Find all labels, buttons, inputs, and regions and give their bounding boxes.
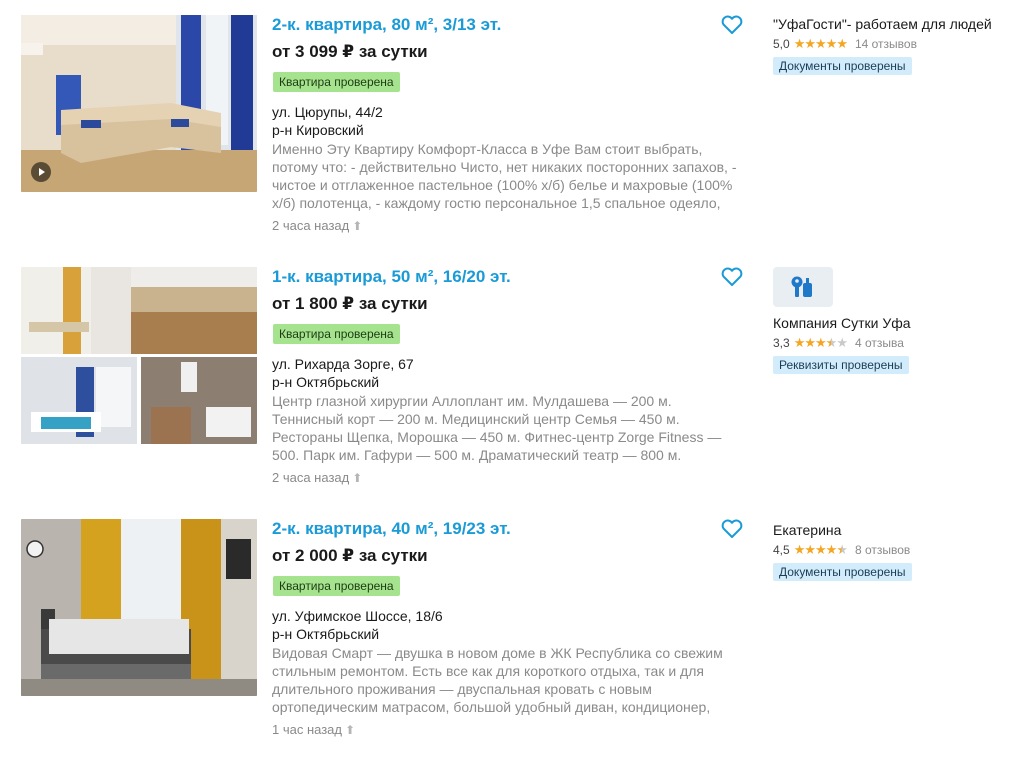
arrow-up-icon: ⬆ [352,471,363,485]
owner-name[interactable]: Екатерина [773,522,1013,538]
listing-price: от 3 099 ₽ за сутки [272,42,428,61]
video-play-icon[interactable] [31,162,51,182]
rating-value: 3,3 [773,336,790,350]
description-line: Рестораны Щепка, Морошка — 450 м. Фитнес… [272,429,722,445]
arrow-up-icon: ⬆ [345,723,356,737]
star-icon: ★ [815,542,827,557]
listing-address: ул. Цюрупы, 44/2 [272,104,383,120]
owner-name[interactable]: Компания Сутки Уфа [773,315,1013,331]
description-line: Видовая Смарт — двушка в новом доме в ЖК… [272,645,723,661]
description-line: потому что: - действительно Чисто, нет н… [272,159,737,175]
star-icon: ★ [825,36,838,51]
description-line: Теннисный корт — 200 м. Медицинский цент… [272,411,680,427]
rating-stars: ★★★★★ [793,335,848,351]
verified-badge: Квартира проверена [273,72,400,92]
owner-badge: Документы проверены [773,563,912,581]
owner-panel: "УфаГости"- работаем для людей 5,0 ★★★★★… [773,16,1013,75]
listing-price: от 2 000 ₽ за сутки [272,546,428,565]
listing-title[interactable]: 2-к. квартира, 80 м², 3/13 эт. [272,15,501,35]
star-icon: ★ [804,542,816,557]
owner-name[interactable]: "УфаГости"- работаем для людей [773,16,1013,32]
owner-badge: Реквизиты проверены [773,356,909,374]
rating-stars: ★★★★★ [793,542,848,558]
listing-price: от 1 800 ₽ за сутки [272,294,428,313]
description-line: Центр глазной хирургии Аллоплант им. Мул… [272,393,672,409]
rating-value: 5,0 [773,37,790,51]
heart-icon[interactable] [721,267,743,287]
verified-badge: Квартира проверена [273,576,400,596]
description-line: длительного проживания — двуспальная кро… [272,681,652,697]
rating-value: 4,5 [773,543,790,557]
star-icon: ★ [836,542,848,557]
rating-stars: ★★★★★ [793,36,848,52]
keys-icon [791,276,812,297]
star-icon: ★ [793,36,806,51]
listing-time: 1 час назад ⬆ [272,722,355,737]
description-line: стильным ремонтом. Есть все как для коро… [272,663,704,679]
owner-badge: Документы проверены [773,57,912,75]
time-text: 2 часа назад [272,470,350,485]
listing-description: Видовая Смарт — двушка в новом доме в ЖК… [272,644,742,716]
listing-time: 2 часа назад ⬆ [272,218,362,233]
star-icon: ★ [815,36,827,51]
time-text: 2 часа назад [272,218,350,233]
heart-icon[interactable] [721,15,743,35]
description-line: х/б) полотенца, - каждому гостю персонал… [272,195,721,211]
listing-photo[interactable] [21,519,257,696]
company-logo[interactable] [773,267,833,307]
owner-rating: 4,5 ★★★★★ 8 отзывов [773,542,1013,558]
reviews-count[interactable]: 14 отзывов [855,37,917,51]
listing-title[interactable]: 2-к. квартира, 40 м², 19/23 эт. [272,519,511,539]
reviews-count[interactable]: 4 отзыва [855,336,904,350]
description-line: 500. Парк им. Гафури — 500 м. Драматичес… [272,447,682,463]
owner-panel: Екатерина 4,5 ★★★★★ 8 отзывов Документы … [773,522,1013,581]
listing-description: Именно Эту Квартиру Комфорт-Класса в Уфе… [272,140,742,212]
owner-panel: Компания Сутки Уфа 3,3 ★★★★★ 4 отзыва Ре… [773,267,1013,374]
reviews-count[interactable]: 8 отзывов [855,543,910,557]
star-icon: ★ [804,335,816,350]
listing-description: Центр глазной хирургии Аллоплант им. Мул… [272,392,742,464]
listing-photo[interactable] [21,267,257,444]
heart-icon[interactable] [721,519,743,539]
owner-rating: 5,0 ★★★★★ 14 отзывов [773,36,1013,52]
owner-rating: 3,3 ★★★★★ 4 отзыва [773,335,1013,351]
listing-card: 2-к. квартира, 80 м², 3/13 эт. от 3 099 … [0,15,1018,255]
listing-address: ул. Рихарда Зорге, 67 [272,356,414,372]
listing-title[interactable]: 1-к. квартира, 50 м², 16/20 эт. [272,267,511,287]
listing-district: р-н Октябрьский [272,374,380,390]
star-icon: ★ [815,335,827,350]
star-icon: ★ [825,542,838,557]
listing-time: 2 часа назад ⬆ [272,470,362,485]
verified-badge: Квартира проверена [273,324,400,344]
star-icon: ★ [804,36,816,51]
description-line: ортопедическим матрасом, большой удобный… [272,699,711,715]
listing-card: 1-к. квартира, 50 м², 16/20 эт. от 1 800… [0,267,1018,507]
description-line: чистое и отглаженное пастельное (100% х/… [272,177,733,193]
listing-photo[interactable] [21,15,257,192]
listing-address: ул. Уфимское Шоссе, 18/6 [272,608,443,624]
star-icon: ★ [836,335,848,350]
arrow-up-icon: ⬆ [352,219,363,233]
star-icon: ★ [836,36,848,51]
star-icon: ★ [825,335,838,350]
listing-district: р-н Октябрьский [272,626,380,642]
listing-district: р-н Кировский [272,122,364,138]
description-line: Именно Эту Квартиру Комфорт-Класса в Уфе… [272,141,703,157]
time-text: 1 час назад [272,722,342,737]
listing-card: 2-к. квартира, 40 м², 19/23 эт. от 2 000… [0,519,1018,759]
star-icon: ★ [793,542,806,557]
star-icon: ★ [793,335,806,350]
